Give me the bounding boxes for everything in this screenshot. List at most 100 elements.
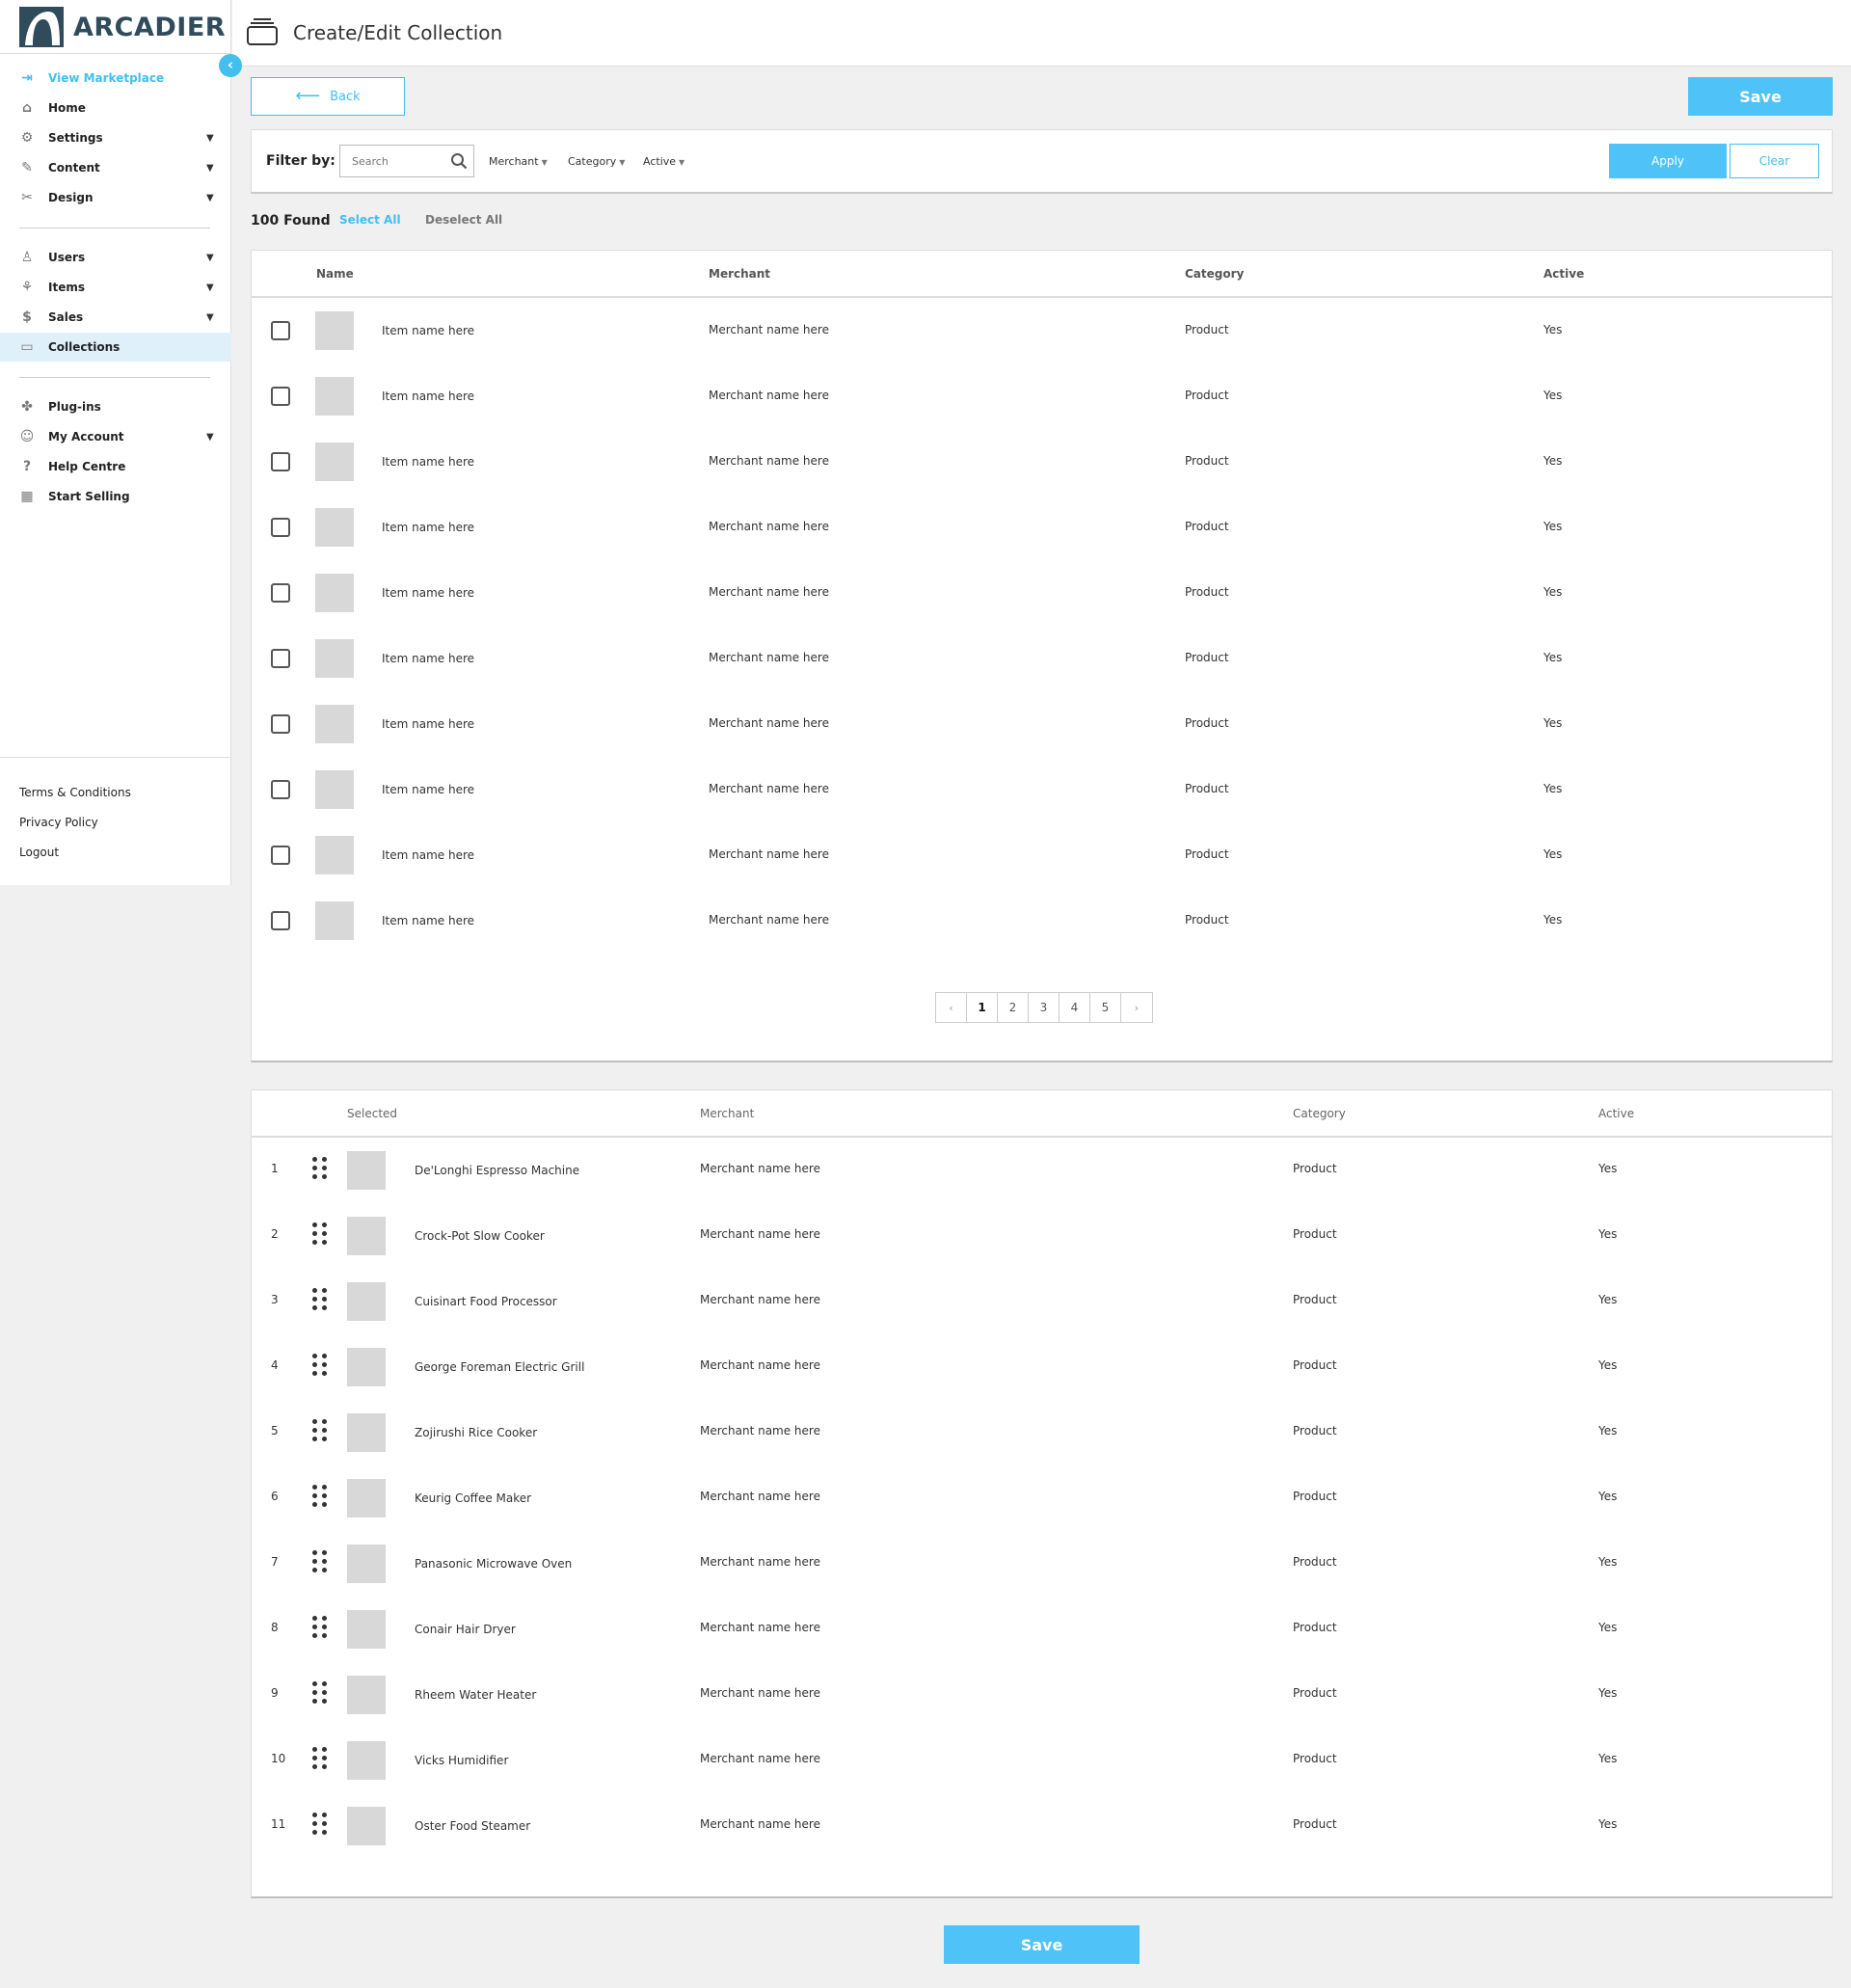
terms-link[interactable]: Terms & Conditions [19, 786, 131, 799]
table-row[interactable]: Item name here Merchant name here Product Y… [252, 560, 1832, 626]
table-row[interactable]: Item name here Merchant name here Product Y… [252, 691, 1832, 757]
sidebar-item-sales[interactable]: $ Sales ▼ [0, 303, 231, 332]
table-row[interactable]: Item name here Merchant name here Product Y… [252, 822, 1832, 888]
brand-logo[interactable]: ARCADIER [19, 6, 226, 48]
row-checkbox[interactable] [271, 911, 290, 930]
drag-handle-icon[interactable] [312, 1419, 328, 1444]
sidebar-item-plug-ins[interactable]: ✤ Plug-ins [0, 392, 231, 421]
pagination-page-2[interactable]: 2 [998, 993, 1029, 1022]
table-row[interactable]: Item name here Merchant name here Product Y… [252, 363, 1832, 429]
select-all-link[interactable]: Select All [339, 213, 401, 227]
chevron-down-icon[interactable]: ▼ [206, 163, 214, 174]
item-name: George Foreman Electric Grill [415, 1360, 585, 1374]
drag-handle-icon[interactable] [312, 1288, 328, 1313]
selected-row[interactable]: 11 Oster Food Steamer Merchant name here Pr… [252, 1793, 1832, 1859]
apply-button[interactable]: Apply [1609, 144, 1727, 178]
logout-link[interactable]: Logout [19, 846, 59, 859]
collapse-sidebar-button[interactable]: ‹ [219, 54, 242, 77]
sidebar-item-help-centre[interactable]: ? Help Centre [0, 452, 231, 481]
merchant-dropdown[interactable]: Merchant ▼ [489, 155, 548, 168]
back-button[interactable]: ⟵ Back [251, 77, 405, 116]
item-active: Yes [1543, 716, 1563, 730]
chevron-down-icon[interactable]: ▼ [206, 282, 214, 293]
table-row[interactable]: Item name here Merchant name here Product Y… [252, 626, 1832, 691]
row-checkbox[interactable] [271, 452, 290, 471]
sidebar-item-design[interactable]: ✂ Design ▼ [0, 183, 231, 212]
column-header-active: Active [1598, 1107, 1635, 1120]
sidebar-item-label: Plug-ins [48, 400, 101, 414]
drag-handle-icon[interactable] [312, 1222, 328, 1248]
pagination-next-button[interactable]: › [1121, 993, 1152, 1022]
row-checkbox[interactable] [271, 846, 290, 865]
table-row[interactable]: Item name here Merchant name here Product Y… [252, 757, 1832, 822]
caret-down-icon: ▼ [541, 158, 548, 167]
privacy-link[interactable]: Privacy Policy [19, 816, 98, 829]
row-checkbox[interactable] [271, 387, 290, 406]
selected-row[interactable]: 7 Panasonic Microwave Oven Merchant name h… [252, 1531, 1832, 1597]
pagination-page-1[interactable]: 1 [967, 993, 998, 1022]
sidebar-item-users[interactable]: ♙ Users ▼ [0, 243, 231, 272]
sidebar-item-start-selling[interactable]: ▦ Start Selling [0, 482, 231, 511]
row-checkbox[interactable] [271, 583, 290, 603]
sidebar-item-label: Design [48, 191, 94, 204]
selected-row[interactable]: 8 Conair Hair Dryer Merchant name here Prod… [252, 1597, 1832, 1662]
row-checkbox[interactable] [271, 518, 290, 537]
drag-handle-icon[interactable] [312, 1485, 328, 1510]
row-checkbox[interactable] [271, 649, 290, 668]
search-icon[interactable] [450, 152, 468, 170]
category-dropdown[interactable]: Category ▼ [568, 155, 625, 168]
save-button[interactable]: Save [1688, 77, 1833, 116]
selected-row[interactable]: 4 George Foreman Electric Grill Merchant n… [252, 1334, 1832, 1400]
sidebar-item-view-marketplace[interactable]: ⇥ View Marketplace [0, 64, 231, 93]
table-row[interactable]: Item name here Merchant name here Product Y… [252, 298, 1832, 363]
active-dropdown[interactable]: Active ▼ [643, 155, 684, 168]
item-category: Product [1185, 585, 1229, 599]
sidebar-item-label: My Account [48, 430, 124, 443]
drag-handle-icon[interactable] [312, 1550, 328, 1575]
column-header-category: Category [1293, 1107, 1346, 1120]
selected-row[interactable]: 5 Zojirushi Rice Cooker Merchant name here… [252, 1400, 1832, 1465]
item-category: Product [1185, 323, 1229, 336]
chevron-down-icon[interactable]: ▼ [206, 193, 214, 203]
row-checkbox[interactable] [271, 780, 290, 799]
table-row[interactable]: Item name here Merchant name here Product Y… [252, 429, 1832, 495]
drag-handle-icon[interactable] [312, 1616, 328, 1641]
pagination-page-4[interactable]: 4 [1060, 993, 1090, 1022]
save-bottom-button[interactable]: Save [944, 1925, 1140, 1964]
search-input[interactable] [340, 146, 446, 176]
chevron-down-icon[interactable]: ▼ [206, 133, 214, 144]
sidebar-item-my-account[interactable]: ☺ My Account ▼ [0, 422, 231, 451]
item-merchant: Merchant name here [709, 520, 829, 533]
drag-handle-icon[interactable] [312, 1157, 328, 1182]
sidebar-item-items[interactable]: ⚘ Items ▼ [0, 273, 231, 302]
search-box[interactable] [339, 145, 474, 177]
item-name: Item name here [382, 390, 475, 403]
pagination-page-5[interactable]: 5 [1090, 993, 1121, 1022]
table-row[interactable]: Item name here Merchant name here Product Y… [252, 888, 1832, 954]
clear-button[interactable]: Clear [1730, 144, 1819, 178]
selected-row[interactable]: 3 Cuisinart Food Processor Merchant name h… [252, 1269, 1832, 1334]
sidebar-item-collections[interactable]: ▭ Collections [0, 333, 231, 362]
item-thumbnail [347, 1610, 386, 1649]
sidebar-item-content[interactable]: ✎ Content ▼ [0, 153, 231, 182]
pagination-prev-button[interactable]: ‹ [936, 993, 967, 1022]
chevron-down-icon[interactable]: ▼ [206, 312, 214, 323]
selected-row[interactable]: 10 Vicks Humidifier Merchant name here Prod… [252, 1728, 1832, 1793]
table-row[interactable]: Item name here Merchant name here Product Y… [252, 495, 1832, 560]
sidebar-item-home[interactable]: ⌂ Home [0, 94, 231, 122]
row-checkbox[interactable] [271, 714, 290, 734]
pagination-page-3[interactable]: 3 [1029, 993, 1060, 1022]
selected-row[interactable]: 9 Rheem Water Heater Merchant name here Pro… [252, 1662, 1832, 1728]
drag-handle-icon[interactable] [312, 1354, 328, 1379]
drag-handle-icon[interactable] [312, 1681, 328, 1706]
row-checkbox[interactable] [271, 321, 290, 340]
selected-row[interactable]: 2 Crock-Pot Slow Cooker Merchant name here… [252, 1203, 1832, 1269]
chevron-down-icon[interactable]: ▼ [206, 432, 214, 443]
selected-row[interactable]: 1 De'Longhi Espresso Machine Merchant name… [252, 1138, 1832, 1203]
selected-row[interactable]: 6 Keurig Coffee Maker Merchant name here Pr… [252, 1465, 1832, 1531]
sidebar-item-settings[interactable]: ⚙ Settings ▼ [0, 123, 231, 152]
deselect-all-link[interactable]: Deselect All [425, 213, 502, 227]
drag-handle-icon[interactable] [312, 1813, 328, 1838]
drag-handle-icon[interactable] [312, 1747, 328, 1772]
chevron-down-icon[interactable]: ▼ [206, 253, 214, 263]
